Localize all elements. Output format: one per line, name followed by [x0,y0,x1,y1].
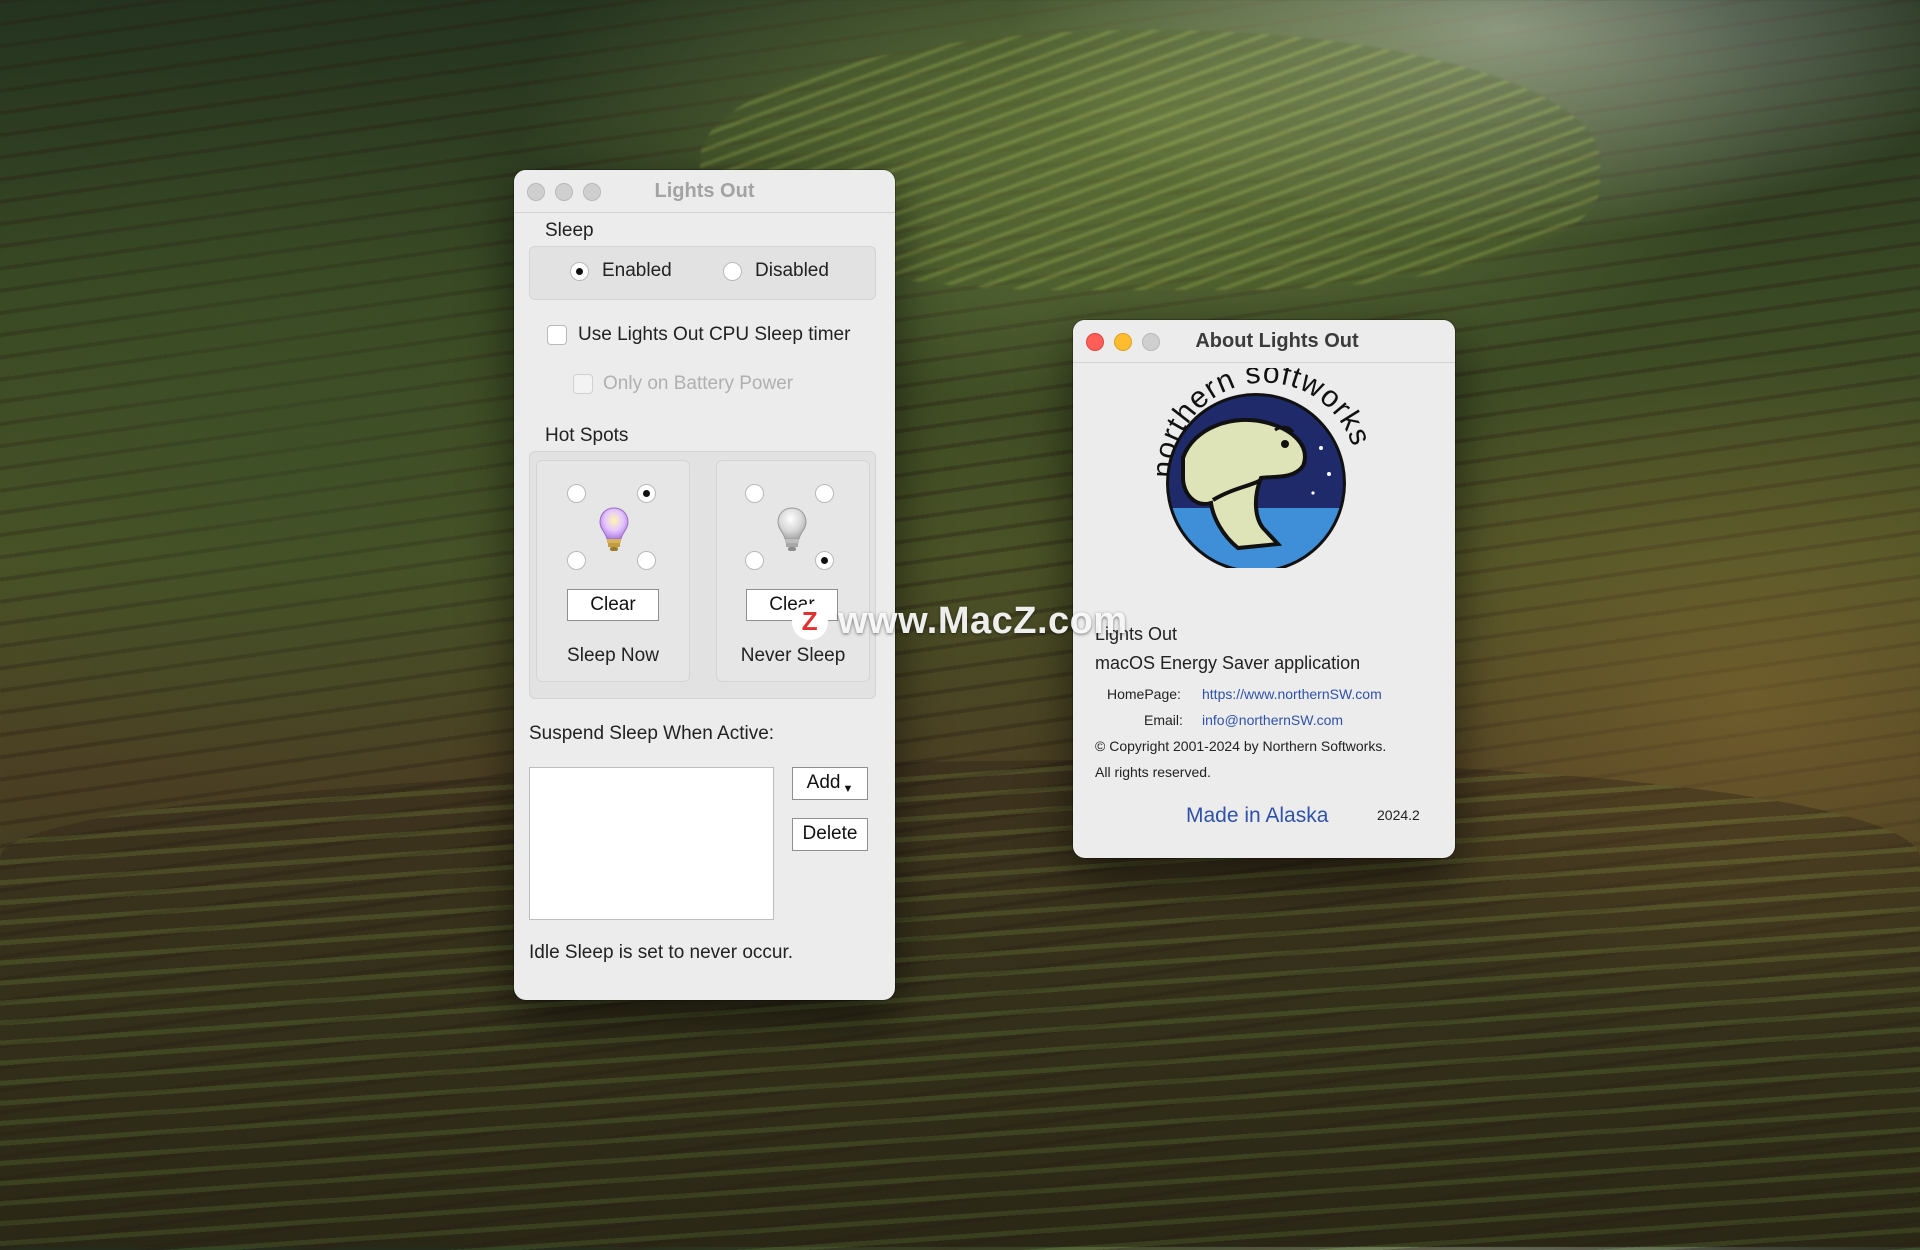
lit-bulb-icon [599,507,629,551]
watermark-text: www.MacZ.com [838,600,1128,642]
corner-top-right-radio[interactable] [815,484,834,503]
made-in-alaska: Made in Alaska [1186,804,1329,827]
hot-spots-section-label: Hot Spots [545,425,629,446]
popup-arrow-icon: ▼ [842,783,854,795]
about-titlebar[interactable]: About Lights Out [1073,320,1455,363]
add-button-label: Add [806,772,841,793]
sleep-section-label: Sleep [545,220,594,241]
never-sleep-caption: Never Sleep [740,645,846,666]
corner-bottom-right-radio[interactable] [637,551,656,570]
sleep-now-caption: Sleep Now [567,645,659,666]
sleep-disabled-label[interactable]: Disabled [755,260,829,282]
copyright-text: © Copyright 2001-2024 by Northern Softwo… [1095,738,1387,754]
sleep-options-box: Enabled Disabled [529,246,876,300]
email-link[interactable]: info@northernSW.com [1202,712,1343,728]
hot-spot-panel-never-sleep: Clear Never Sleep [716,460,870,682]
version-number: 2024.2 [1377,807,1420,823]
hot-spots-box: Clear Sleep Now Clear Never Sleep [529,451,876,699]
corner-bottom-left-radio[interactable] [567,551,586,570]
titlebar[interactable]: Lights Out [514,170,895,213]
homepage-link[interactable]: https://www.northernSW.com [1202,686,1382,702]
suspend-sleep-label: Suspend Sleep When Active: [529,723,775,744]
clear-sleep-now-button[interactable]: Clear [567,589,659,621]
about-window-title: About Lights Out [1195,330,1359,352]
add-app-button[interactable]: Add ▼ [792,767,868,800]
about-description: macOS Energy Saver application [1095,653,1361,673]
unlit-bulb-icon [777,507,807,551]
sleep-enabled-radio[interactable] [570,262,589,281]
rights-text: All rights reserved. [1095,764,1211,780]
corner-top-right-radio[interactable] [637,484,656,503]
corner-bottom-right-radio[interactable] [815,551,834,570]
watermark-icon: Z [792,603,828,640]
hot-spot-panel-sleep-now: Clear Sleep Now [536,460,690,682]
sleep-enabled-label[interactable]: Enabled [602,260,672,282]
cpu-timer-checkbox[interactable] [547,325,567,345]
sleep-disabled-radio[interactable] [723,262,742,281]
email-label: Email: [1144,712,1183,728]
lights-out-window: Lights Out Sleep Enabled Disabled Use Li… [514,170,895,1000]
watermark: Z www.MacZ.com [792,600,1128,643]
battery-only-checkbox [573,374,593,394]
battery-only-label: Only on Battery Power [603,373,794,394]
delete-app-button[interactable]: Delete [792,818,868,851]
corner-bottom-left-radio[interactable] [745,551,764,570]
active-apps-list[interactable] [529,767,774,920]
window-title: Lights Out [654,180,755,202]
wallpaper-vineyard [0,760,1920,1250]
corner-top-left-radio[interactable] [567,484,586,503]
northern-softworks-logo: northern softworks [1147,368,1376,568]
homepage-label: HomePage: [1107,686,1181,702]
idle-sleep-status: Idle Sleep is set to never occur. [529,942,794,963]
about-window: About Lights Out northern softworks Ligh… [1073,320,1455,858]
cpu-timer-label[interactable]: Use Lights Out CPU Sleep timer [578,324,850,346]
corner-top-left-radio[interactable] [745,484,764,503]
